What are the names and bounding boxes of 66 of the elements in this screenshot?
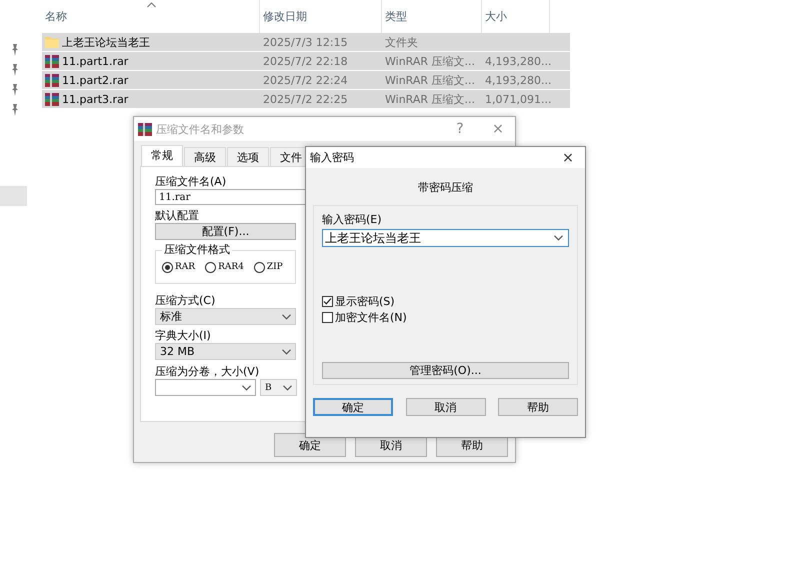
combo-field[interactable] (155, 379, 256, 396)
chevron-down-icon (554, 235, 563, 241)
tab[interactable]: 选项 (227, 147, 269, 166)
file-row[interactable]: 上老王论坛当老王 2025/7/3 12:15 文件夹 (42, 33, 570, 51)
sort-caret-icon (146, 2, 156, 8)
file-name: 11.part1.rar (62, 54, 128, 68)
help-button[interactable]: ? (443, 121, 477, 137)
close-button[interactable]: × (551, 150, 585, 166)
chevron-down-icon (242, 384, 251, 390)
pin-icon[interactable] (10, 104, 20, 116)
radio-option[interactable]: ZIP (254, 262, 283, 272)
tab[interactable]: 常规 (141, 145, 183, 166)
date-cell-text: 2025/7/3 12:15 (262, 36, 349, 48)
chevron-down-icon (282, 348, 291, 354)
type-cell-text: WinRAR 压缩文... (384, 92, 476, 106)
profile-button[interactable]: 配置(F)... (155, 223, 296, 240)
dialog-button[interactable]: 确定 (313, 398, 393, 416)
file-row[interactable]: 11.part3.rar 2025/7/2 22:25 WinRAR 压缩文... 1,071,091... (42, 90, 570, 108)
group-label: 压缩文件格式 (162, 243, 232, 257)
dropdown[interactable]: 标准 (155, 308, 296, 325)
field-label: 压缩为分卷，大小(V) (155, 365, 260, 379)
books-icon (45, 74, 59, 86)
type-cell-text: WinRAR 压缩文... (384, 72, 476, 88)
date-cell-text: 2025/7/2 22:18 (262, 54, 349, 68)
pin-icon[interactable] (10, 84, 20, 96)
file-name: 11.part2.rar (62, 74, 128, 86)
folder-icon (45, 36, 59, 48)
size-cell-text: 4,193,280... (484, 74, 552, 86)
field-label: 字典大小(I) (155, 329, 211, 343)
field-label: 输入密码(E) (322, 213, 383, 227)
field-label: 压缩文件名(A) (155, 175, 226, 189)
date-cell-text: 2025/7/2 22:25 (262, 92, 349, 106)
file-row[interactable]: 11.part1.rar 2025/7/2 22:18 WinRAR 压缩文... 4,193,280... (42, 52, 570, 70)
date-cell-text: 2025/7/2 22:24 (262, 74, 349, 86)
file-name: 上老王论坛当老王 (62, 34, 150, 50)
radio-option[interactable]: RAR4 (205, 262, 244, 272)
type-cell-text: 文件夹 (384, 34, 419, 50)
dropdown[interactable]: B (260, 379, 297, 396)
checkbox[interactable]: 加密文件名(N) (322, 309, 569, 325)
manage-passwords-button[interactable]: 管理密码(O)... (322, 362, 569, 379)
window-title: 压缩文件名和参数 (156, 122, 244, 136)
pin-icon[interactable] (10, 44, 20, 56)
close-button[interactable]: × (481, 121, 515, 137)
chevron-down-icon (283, 384, 292, 390)
file-row[interactable]: 11.part2.rar 2025/7/2 22:24 WinRAR 压缩文... 4,193,280... (42, 71, 570, 89)
file-name: 11.part3.rar (62, 92, 128, 106)
selection-highlight (0, 186, 27, 206)
window-title: 输入密码 (310, 150, 354, 165)
size-cell-text: 4,193,280... (484, 54, 552, 68)
dialog-button[interactable]: 帮助 (498, 398, 578, 416)
radio-option[interactable]: RAR (162, 262, 196, 272)
field-label: 压缩方式(C) (155, 294, 216, 308)
books-icon (45, 92, 59, 106)
checkbox[interactable]: 显示密码(S) (322, 293, 569, 309)
pin-icon[interactable] (10, 64, 20, 76)
books-icon (138, 122, 152, 136)
field-label: 默认配置 (155, 209, 199, 223)
dialog-button[interactable]: 取消 (406, 398, 486, 416)
tab[interactable]: 高级 (184, 147, 226, 166)
books-icon (45, 54, 59, 68)
type-cell-text: WinRAR 压缩文... (384, 54, 476, 68)
dialog-heading: 带密码压缩 (418, 181, 473, 194)
dropdown[interactable]: 32 MB (155, 343, 296, 360)
password-field[interactable]: 上老王论坛当老王 (322, 229, 569, 247)
chevron-down-icon (282, 314, 291, 320)
size-cell-text: 1,071,091... (484, 92, 552, 106)
